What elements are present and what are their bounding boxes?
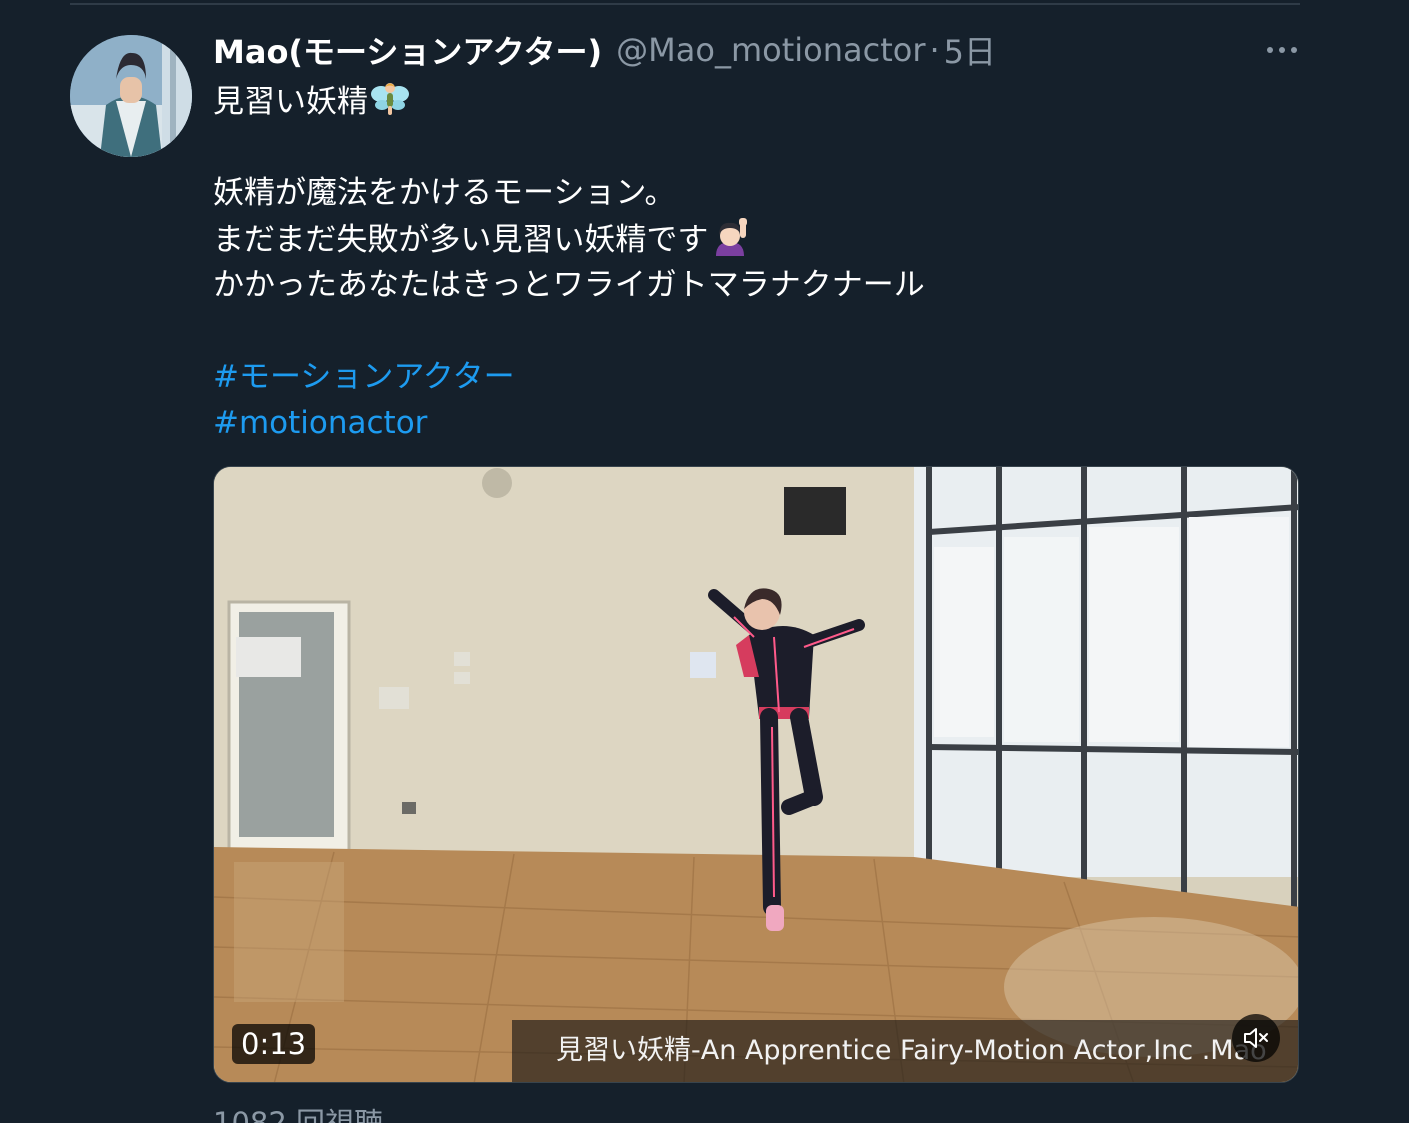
- view-count: 1082 回視聴: [213, 1106, 384, 1123]
- tweet-header: Mao(モーションアクター) @Mao_motionactor · 5日: [213, 26, 996, 74]
- tweet-line-1-text: 見習い妖精: [213, 84, 368, 120]
- video-duration: 0:13: [232, 1024, 316, 1064]
- video-frame: [214, 467, 1298, 1082]
- raising-hand-emoji: [716, 218, 748, 256]
- more-options-button[interactable]: [1260, 32, 1304, 68]
- volume-muted-icon: [1244, 1028, 1268, 1048]
- avatar-photo: [70, 35, 192, 157]
- display-name[interactable]: Mao(モーションアクター): [213, 27, 602, 73]
- top-divider: [70, 3, 1300, 5]
- tweet-line-2: 妖精が魔法をかけるモーション。: [213, 175, 676, 211]
- fairy-emoji: [371, 83, 409, 115]
- header-separator: ·: [929, 31, 940, 69]
- mute-button[interactable]: [1232, 1014, 1280, 1062]
- tweet-line-4: かかったあなたはきっとワライガトマラナクナール: [213, 267, 925, 303]
- tweet-text: 見習い妖精 妖精が魔法をかけるモーション。 まだまだ失敗が多い見習い妖精です か…: [213, 78, 1293, 446]
- hashtag-motion-actor-jp[interactable]: #モーションアクター: [213, 354, 1293, 400]
- avatar[interactable]: [70, 35, 192, 157]
- timestamp[interactable]: 5日: [944, 27, 996, 73]
- video-player[interactable]: 0:13 見習い妖精-An Apprentice Fairy-Motion Ac…: [213, 466, 1299, 1083]
- tweet-view: Mao(モーションアクター) @Mao_motionactor · 5日 見習い…: [0, 0, 1409, 1123]
- tweet-line-3: まだまだ失敗が多い見習い妖精です: [213, 216, 1293, 262]
- user-handle[interactable]: @Mao_motionactor: [616, 31, 925, 69]
- video-caption: 見習い妖精-An Apprentice Fairy-Motion Actor,I…: [512, 1020, 1298, 1082]
- tweet-line-3-text: まだまだ失敗が多い見習い妖精です: [213, 222, 709, 258]
- more-horizontal-icon: [1267, 47, 1297, 53]
- hashtag-motionactor[interactable]: #motionactor: [213, 400, 1293, 446]
- tweet-line-1: 見習い妖精: [213, 78, 1293, 124]
